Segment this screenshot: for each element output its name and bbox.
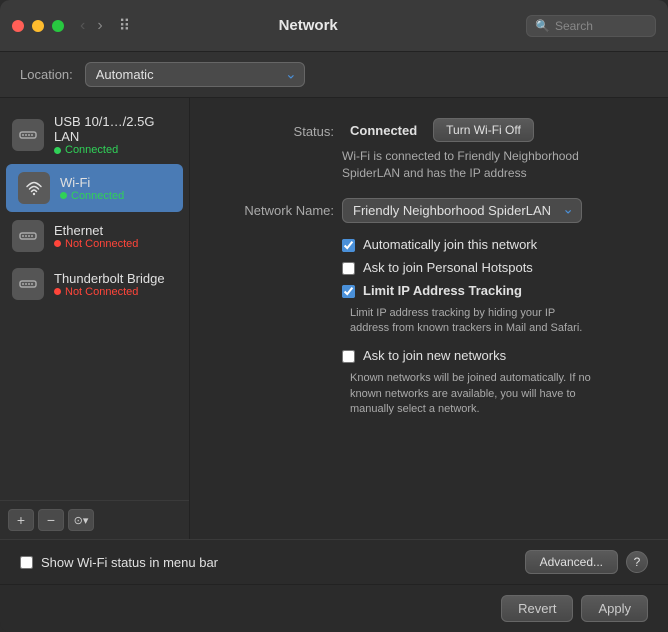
minimize-button[interactable]: [32, 20, 44, 32]
main-content: USB 10/1…/2.5G LAN Connected: [0, 98, 668, 539]
usb-lan-info: USB 10/1…/2.5G LAN Connected: [54, 114, 177, 156]
network-name-row: Network Name: Friendly Neighborhood Spid…: [214, 198, 644, 223]
sidebar-item-ethernet[interactable]: Ethernet Not Connected: [0, 212, 189, 260]
usb-lan-status: Connected: [54, 144, 177, 156]
personal-hotspot-label[interactable]: Ask to join Personal Hotspots: [363, 260, 533, 275]
usb-lan-icon: [12, 119, 44, 151]
detail-panel: Status: Connected Turn Wi-Fi Off Wi-Fi i…: [190, 98, 668, 539]
network-name-select[interactable]: Friendly Neighborhood SpiderLAN: [342, 198, 582, 223]
ethernet-name: Ethernet: [54, 223, 138, 238]
new-networks-desc: Known networks will be joined automatica…: [350, 371, 644, 417]
location-select[interactable]: Automatic: [85, 62, 305, 87]
status-description: Wi-Fi is connected to Friendly Neighborh…: [342, 148, 644, 182]
action-network-button[interactable]: ⊙▾: [68, 509, 94, 531]
auto-join-label[interactable]: Automatically join this network: [363, 237, 537, 252]
location-label: Location:: [20, 67, 73, 82]
sidebar-footer: + − ⊙▾: [0, 500, 189, 539]
search-input[interactable]: [555, 19, 647, 33]
sidebar-item-wifi[interactable]: Wi-Fi Connected: [6, 164, 183, 212]
close-button[interactable]: [12, 20, 24, 32]
personal-hotspot-checkbox[interactable]: [342, 262, 355, 275]
thunderbolt-status: Not Connected: [54, 286, 165, 298]
back-arrow[interactable]: ‹: [76, 17, 89, 35]
ethernet-status: Not Connected: [54, 238, 138, 250]
usb-lan-dot: [54, 147, 61, 154]
thunderbolt-status-text: Not Connected: [65, 286, 138, 298]
checkbox-hotspot-row: Ask to join Personal Hotspots: [342, 260, 644, 275]
show-wifi-label[interactable]: Show Wi-Fi status in menu bar: [41, 555, 218, 570]
network-name-label: Network Name:: [214, 203, 334, 218]
add-network-button[interactable]: +: [8, 509, 34, 531]
checkbox-new-networks-row: Ask to join new networks: [342, 348, 644, 363]
wifi-info: Wi-Fi Connected: [60, 175, 124, 202]
limit-ip-label[interactable]: Limit IP Address Tracking: [363, 283, 522, 298]
turn-wifi-button[interactable]: Turn Wi-Fi Off: [433, 118, 534, 142]
ethernet-icon: [12, 220, 44, 252]
apply-button[interactable]: Apply: [581, 595, 648, 622]
wifi-icon: [18, 172, 50, 204]
sidebar-item-usb-lan[interactable]: USB 10/1…/2.5G LAN Connected: [0, 106, 189, 164]
search-box: 🔍: [526, 15, 656, 37]
grid-icon[interactable]: ⠿: [119, 16, 131, 36]
new-networks-checkbox[interactable]: [342, 350, 355, 363]
wifi-dot: [60, 192, 67, 199]
limit-ip-checkbox[interactable]: [342, 285, 355, 298]
status-row: Status: Connected Turn Wi-Fi Off: [214, 118, 644, 142]
wifi-name: Wi-Fi: [60, 175, 124, 190]
status-label: Status:: [214, 122, 334, 139]
ethernet-status-text: Not Connected: [65, 238, 138, 250]
thunderbolt-info: Thunderbolt Bridge Not Connected: [54, 271, 165, 298]
ethernet-info: Ethernet Not Connected: [54, 223, 138, 250]
window-controls: [12, 20, 64, 32]
sidebar-list: USB 10/1…/2.5G LAN Connected: [0, 98, 189, 500]
auto-join-checkbox[interactable]: [342, 239, 355, 252]
usb-lan-name: USB 10/1…/2.5G LAN: [54, 114, 177, 144]
wifi-status: Connected: [60, 190, 124, 202]
limit-ip-desc: Limit IP address tracking by hiding your…: [350, 306, 644, 337]
checkbox-auto-join-row: Automatically join this network: [342, 237, 644, 252]
thunderbolt-icon: [12, 268, 44, 300]
network-name-select-wrapper: Friendly Neighborhood SpiderLAN: [342, 198, 582, 223]
location-select-wrapper: Automatic: [85, 62, 305, 87]
location-bar: Location: Automatic: [0, 52, 668, 98]
search-icon: 🔍: [535, 19, 550, 33]
titlebar: ‹ › ⠿ Network 🔍: [0, 0, 668, 52]
show-wifi-checkbox[interactable]: [20, 556, 33, 569]
advanced-button[interactable]: Advanced...: [525, 550, 618, 574]
thunderbolt-dot: [54, 288, 61, 295]
forward-arrow[interactable]: ›: [93, 17, 106, 35]
new-networks-label[interactable]: Ask to join new networks: [363, 348, 506, 363]
status-desc-text: Wi-Fi is connected to Friendly Neighborh…: [342, 149, 579, 180]
action-buttons: Revert Apply: [0, 584, 668, 632]
usb-lan-status-text: Connected: [65, 144, 118, 156]
ethernet-dot: [54, 240, 61, 247]
show-wifi-row: Show Wi-Fi status in menu bar: [20, 555, 218, 570]
remove-network-button[interactable]: −: [38, 509, 64, 531]
sidebar: USB 10/1…/2.5G LAN Connected: [0, 98, 190, 539]
titlebar-title: Network: [140, 17, 476, 34]
status-value: Connected: [350, 123, 417, 138]
bottom-bar: Show Wi-Fi status in menu bar Advanced..…: [0, 539, 668, 584]
help-button[interactable]: ?: [626, 551, 648, 573]
sidebar-item-thunderbolt[interactable]: Thunderbolt Bridge Not Connected: [0, 260, 189, 308]
checkbox-limit-ip-row: Limit IP Address Tracking: [342, 283, 644, 298]
bottom-right: Advanced... ?: [525, 550, 648, 574]
thunderbolt-name: Thunderbolt Bridge: [54, 271, 165, 286]
revert-button[interactable]: Revert: [501, 595, 573, 622]
wifi-status-text: Connected: [71, 190, 124, 202]
window: ‹ › ⠿ Network 🔍 Location: Automatic: [0, 0, 668, 632]
maximize-button[interactable]: [52, 20, 64, 32]
nav-arrows: ‹ ›: [76, 17, 107, 35]
